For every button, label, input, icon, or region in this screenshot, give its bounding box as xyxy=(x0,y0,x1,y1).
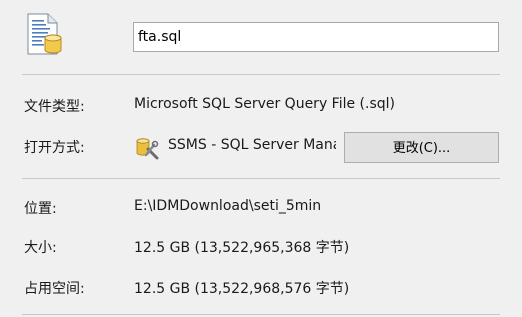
ssms-app-icon xyxy=(134,135,160,161)
file-type-value: Microsoft SQL Server Query File (.sql) xyxy=(134,96,395,112)
divider xyxy=(22,314,500,315)
file-type-label: 文件类型: xyxy=(24,99,85,115)
open-with-app: SSMS - SQL Server Management Studio xyxy=(134,133,336,161)
open-with-label: 打开方式: xyxy=(24,140,85,156)
sql-file-icon xyxy=(24,13,64,55)
filename-field[interactable] xyxy=(133,22,499,52)
divider xyxy=(22,178,500,179)
change-button[interactable]: 更改(C)... xyxy=(344,132,499,163)
size-on-disk-label: 占用空间: xyxy=(24,281,85,297)
location-label: 位置: xyxy=(24,201,57,217)
size-value: 12.5 GB (13,522,965,368 字节) xyxy=(134,240,350,256)
size-on-disk-value: 12.5 GB (13,522,968,576 字节) xyxy=(134,281,350,297)
divider xyxy=(22,74,500,75)
open-with-app-name: SSMS - SQL Server Management Studio xyxy=(168,137,336,153)
size-label: 大小: xyxy=(24,240,57,256)
location-value: E:\IDMDownload\seti_5min xyxy=(134,198,322,214)
